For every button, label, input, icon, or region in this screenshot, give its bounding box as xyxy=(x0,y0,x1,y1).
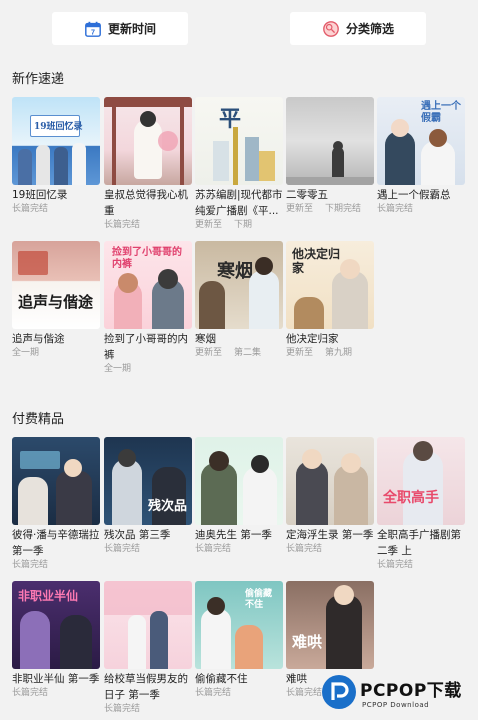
work-meta: 长篇完结 xyxy=(12,688,49,698)
work-meta: 更新至 第二集 xyxy=(195,348,262,358)
work-title: 给校草当假男友的日子 第一季 xyxy=(104,673,188,701)
work-card[interactable]: 迪奥先生 第一季 长篇完结 xyxy=(195,437,283,556)
work-card[interactable]: 给校草当假男友的日子 第一季 长篇完结 xyxy=(104,581,192,716)
svg-text:7: 7 xyxy=(91,27,95,36)
work-meta: 更新至 下期完结 xyxy=(286,204,362,214)
cover-image: 遇上一个假霸 xyxy=(377,97,465,185)
work-meta: 长篇完结 xyxy=(377,204,414,214)
work-meta: 长篇完结 xyxy=(377,560,414,570)
cover-image xyxy=(286,97,374,185)
work-card[interactable]: 非职业半仙 非职业半仙 第一季 长篇完结 xyxy=(12,581,100,700)
cover-image: 难哄 xyxy=(286,581,374,669)
cover-image: 平 xyxy=(195,97,283,185)
watermark-main-text: PCPOP下载 xyxy=(360,680,462,701)
work-card[interactable]: 追声与偕途 追声与偕途 全一期 xyxy=(12,241,100,360)
work-meta: 长篇完结 xyxy=(12,204,49,214)
work-title: 全职高手广播剧第二季 上 xyxy=(377,529,461,557)
work-meta: 长篇完结 xyxy=(195,544,232,554)
work-meta: 长篇完结 xyxy=(195,688,232,698)
work-card[interactable]: 彼得·潘与辛德瑞拉第一季 长篇完结 xyxy=(12,437,100,572)
cover-image: 捡到了小哥哥的内裤 xyxy=(104,241,192,329)
work-title: 他决定归家 xyxy=(286,333,339,345)
work-meta: 长篇完结 xyxy=(104,544,141,554)
work-card[interactable]: 定海浮生录 第一季 长篇完结 xyxy=(286,437,374,556)
work-meta: 长篇完结 xyxy=(104,704,141,714)
cover-image: 19班回忆录 xyxy=(12,97,100,185)
work-title: 残次品 第三季 xyxy=(104,529,171,541)
work-title: 迪奥先生 第一季 xyxy=(195,529,272,541)
calendar-icon: 7 xyxy=(85,21,101,37)
work-meta: 全一期 xyxy=(12,348,40,358)
cover-image xyxy=(12,437,100,525)
work-card[interactable]: 他决定归家 他决定归家 更新至 第九期 xyxy=(286,241,374,360)
cover-image xyxy=(104,581,192,669)
work-title: 彼得·潘与辛德瑞拉第一季 xyxy=(12,529,100,557)
work-card[interactable]: 平 苏苏编剧|现代都市纯爱广播剧《平... 更新至 下期 xyxy=(195,97,283,232)
work-card[interactable]: 二零零五 更新至 下期完结 xyxy=(286,97,374,216)
work-title: 遇上一个假霸总 xyxy=(377,189,451,201)
work-card[interactable]: 寒烟 寒烟 更新至 第二集 xyxy=(195,241,283,360)
cover-image: 他决定归家 xyxy=(286,241,374,329)
pcpop-logo-icon xyxy=(322,675,356,709)
work-card[interactable]: 捡到了小哥哥的内裤 捡到了小哥哥的内裤 全一期 xyxy=(104,241,192,376)
work-card[interactable]: 偷偷藏不住 偷偷藏不住 长篇完结 xyxy=(195,581,283,700)
section-title-paid: 付费精品 xyxy=(12,412,65,427)
cover-image: 偷偷藏不住 xyxy=(195,581,283,669)
filter-icon xyxy=(323,20,339,37)
work-meta: 长篇完结 xyxy=(286,544,323,554)
work-title: 非职业半仙 第一季 xyxy=(12,673,100,685)
work-meta: 长篇完结 xyxy=(104,220,141,230)
cover-image: 残次品 xyxy=(104,437,192,525)
work-meta: 更新至 下期 xyxy=(195,220,253,230)
work-meta: 全一期 xyxy=(104,364,132,374)
work-title: 皇叔总觉得我心机重 xyxy=(104,189,188,217)
watermark-logo: PCPOP下载 PCPOP Download xyxy=(322,670,472,714)
work-title: 追声与偕途 xyxy=(12,333,65,345)
watermark-sub-text: PCPOP Download xyxy=(362,700,430,709)
category-filter-button[interactable]: 分类筛选 xyxy=(290,12,426,45)
work-card[interactable]: 残次品 残次品 第三季 长篇完结 xyxy=(104,437,192,556)
cover-image: 追声与偕途 xyxy=(12,241,100,329)
cover-image: 寒烟 xyxy=(195,241,283,329)
category-filter-label: 分类筛选 xyxy=(345,22,394,36)
work-card[interactable]: 全职高手 全职高手广播剧第二季 上 长篇完结 xyxy=(377,437,465,572)
work-title: 二零零五 xyxy=(286,189,328,201)
update-time-label: 更新时间 xyxy=(107,22,156,36)
section-title-new: 新作速递 xyxy=(12,72,65,87)
work-title: 19班回忆录 xyxy=(12,189,68,201)
cover-image xyxy=(104,97,192,185)
work-title: 捡到了小哥哥的内裤 xyxy=(104,333,188,361)
work-title: 偷偷藏不住 xyxy=(195,673,248,685)
cover-image: 全职高手 xyxy=(377,437,465,525)
work-card[interactable]: 皇叔总觉得我心机重 长篇完结 xyxy=(104,97,192,232)
update-time-button[interactable]: 7 更新时间 xyxy=(52,12,188,45)
work-meta: 长篇完结 xyxy=(12,560,49,570)
work-title: 苏苏编剧|现代都市纯爱广播剧《平... xyxy=(195,189,283,217)
work-meta: 更新至 第九期 xyxy=(286,348,353,358)
work-title: 寒烟 xyxy=(195,333,216,345)
top-toolbar: 7 更新时间 分类筛选 xyxy=(0,0,478,52)
work-title: 定海浮生录 第一季 xyxy=(286,529,374,541)
cover-image xyxy=(286,437,374,525)
work-card[interactable]: 遇上一个假霸 遇上一个假霸总 长篇完结 xyxy=(377,97,465,216)
work-card[interactable]: 19班回忆录 19班回忆录 长篇完结 xyxy=(12,97,100,216)
cover-image: 非职业半仙 xyxy=(12,581,100,669)
cover-image xyxy=(195,437,283,525)
